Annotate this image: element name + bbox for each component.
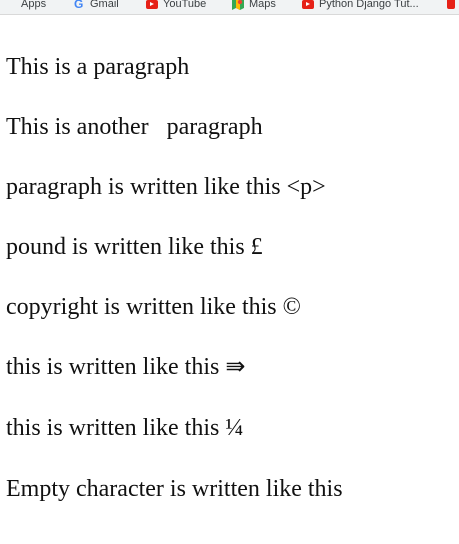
bookmark-label: Maps: [249, 0, 276, 10]
bookmark-label: Gmail: [90, 0, 119, 10]
bookmark-label: YouTube: [163, 0, 207, 10]
bookmarks-bar: Apps G Gmail YouTube Maps Python Django …: [0, 0, 459, 15]
maps-icon: [232, 0, 244, 10]
youtube-icon: [146, 0, 158, 9]
bookmark-label: Python Django Tut...: [319, 0, 419, 10]
bookmark-label: Apps: [21, 0, 47, 10]
paragraph: This is another paragraph: [6, 114, 263, 140]
bookmark-gmail[interactable]: G Gmail: [74, 0, 119, 11]
paragraph: this is written like this ⇛: [6, 354, 246, 380]
bookmark-youtube[interactable]: YouTube: [146, 0, 206, 11]
bookmark-maps[interactable]: Maps: [232, 0, 276, 11]
paragraph: paragraph is written like this <p>: [6, 174, 326, 200]
bookmark-apps[interactable]: Apps: [6, 0, 46, 11]
paragraph: Empty character is written like this: [6, 476, 343, 502]
apps-grid-icon: [6, 0, 16, 9]
paragraph: this is written like this ¼: [6, 415, 244, 441]
paragraph: pound is written like this £: [6, 234, 263, 260]
paragraph: This is a paragraph: [6, 54, 190, 80]
google-icon: G: [74, 0, 84, 11]
bookmark-overflow-icon[interactable]: [447, 0, 455, 9]
youtube-icon: [302, 0, 314, 9]
bookmark-python-django[interactable]: Python Django Tut...: [302, 0, 419, 11]
paragraph: copyright is written like this ©: [6, 294, 301, 320]
